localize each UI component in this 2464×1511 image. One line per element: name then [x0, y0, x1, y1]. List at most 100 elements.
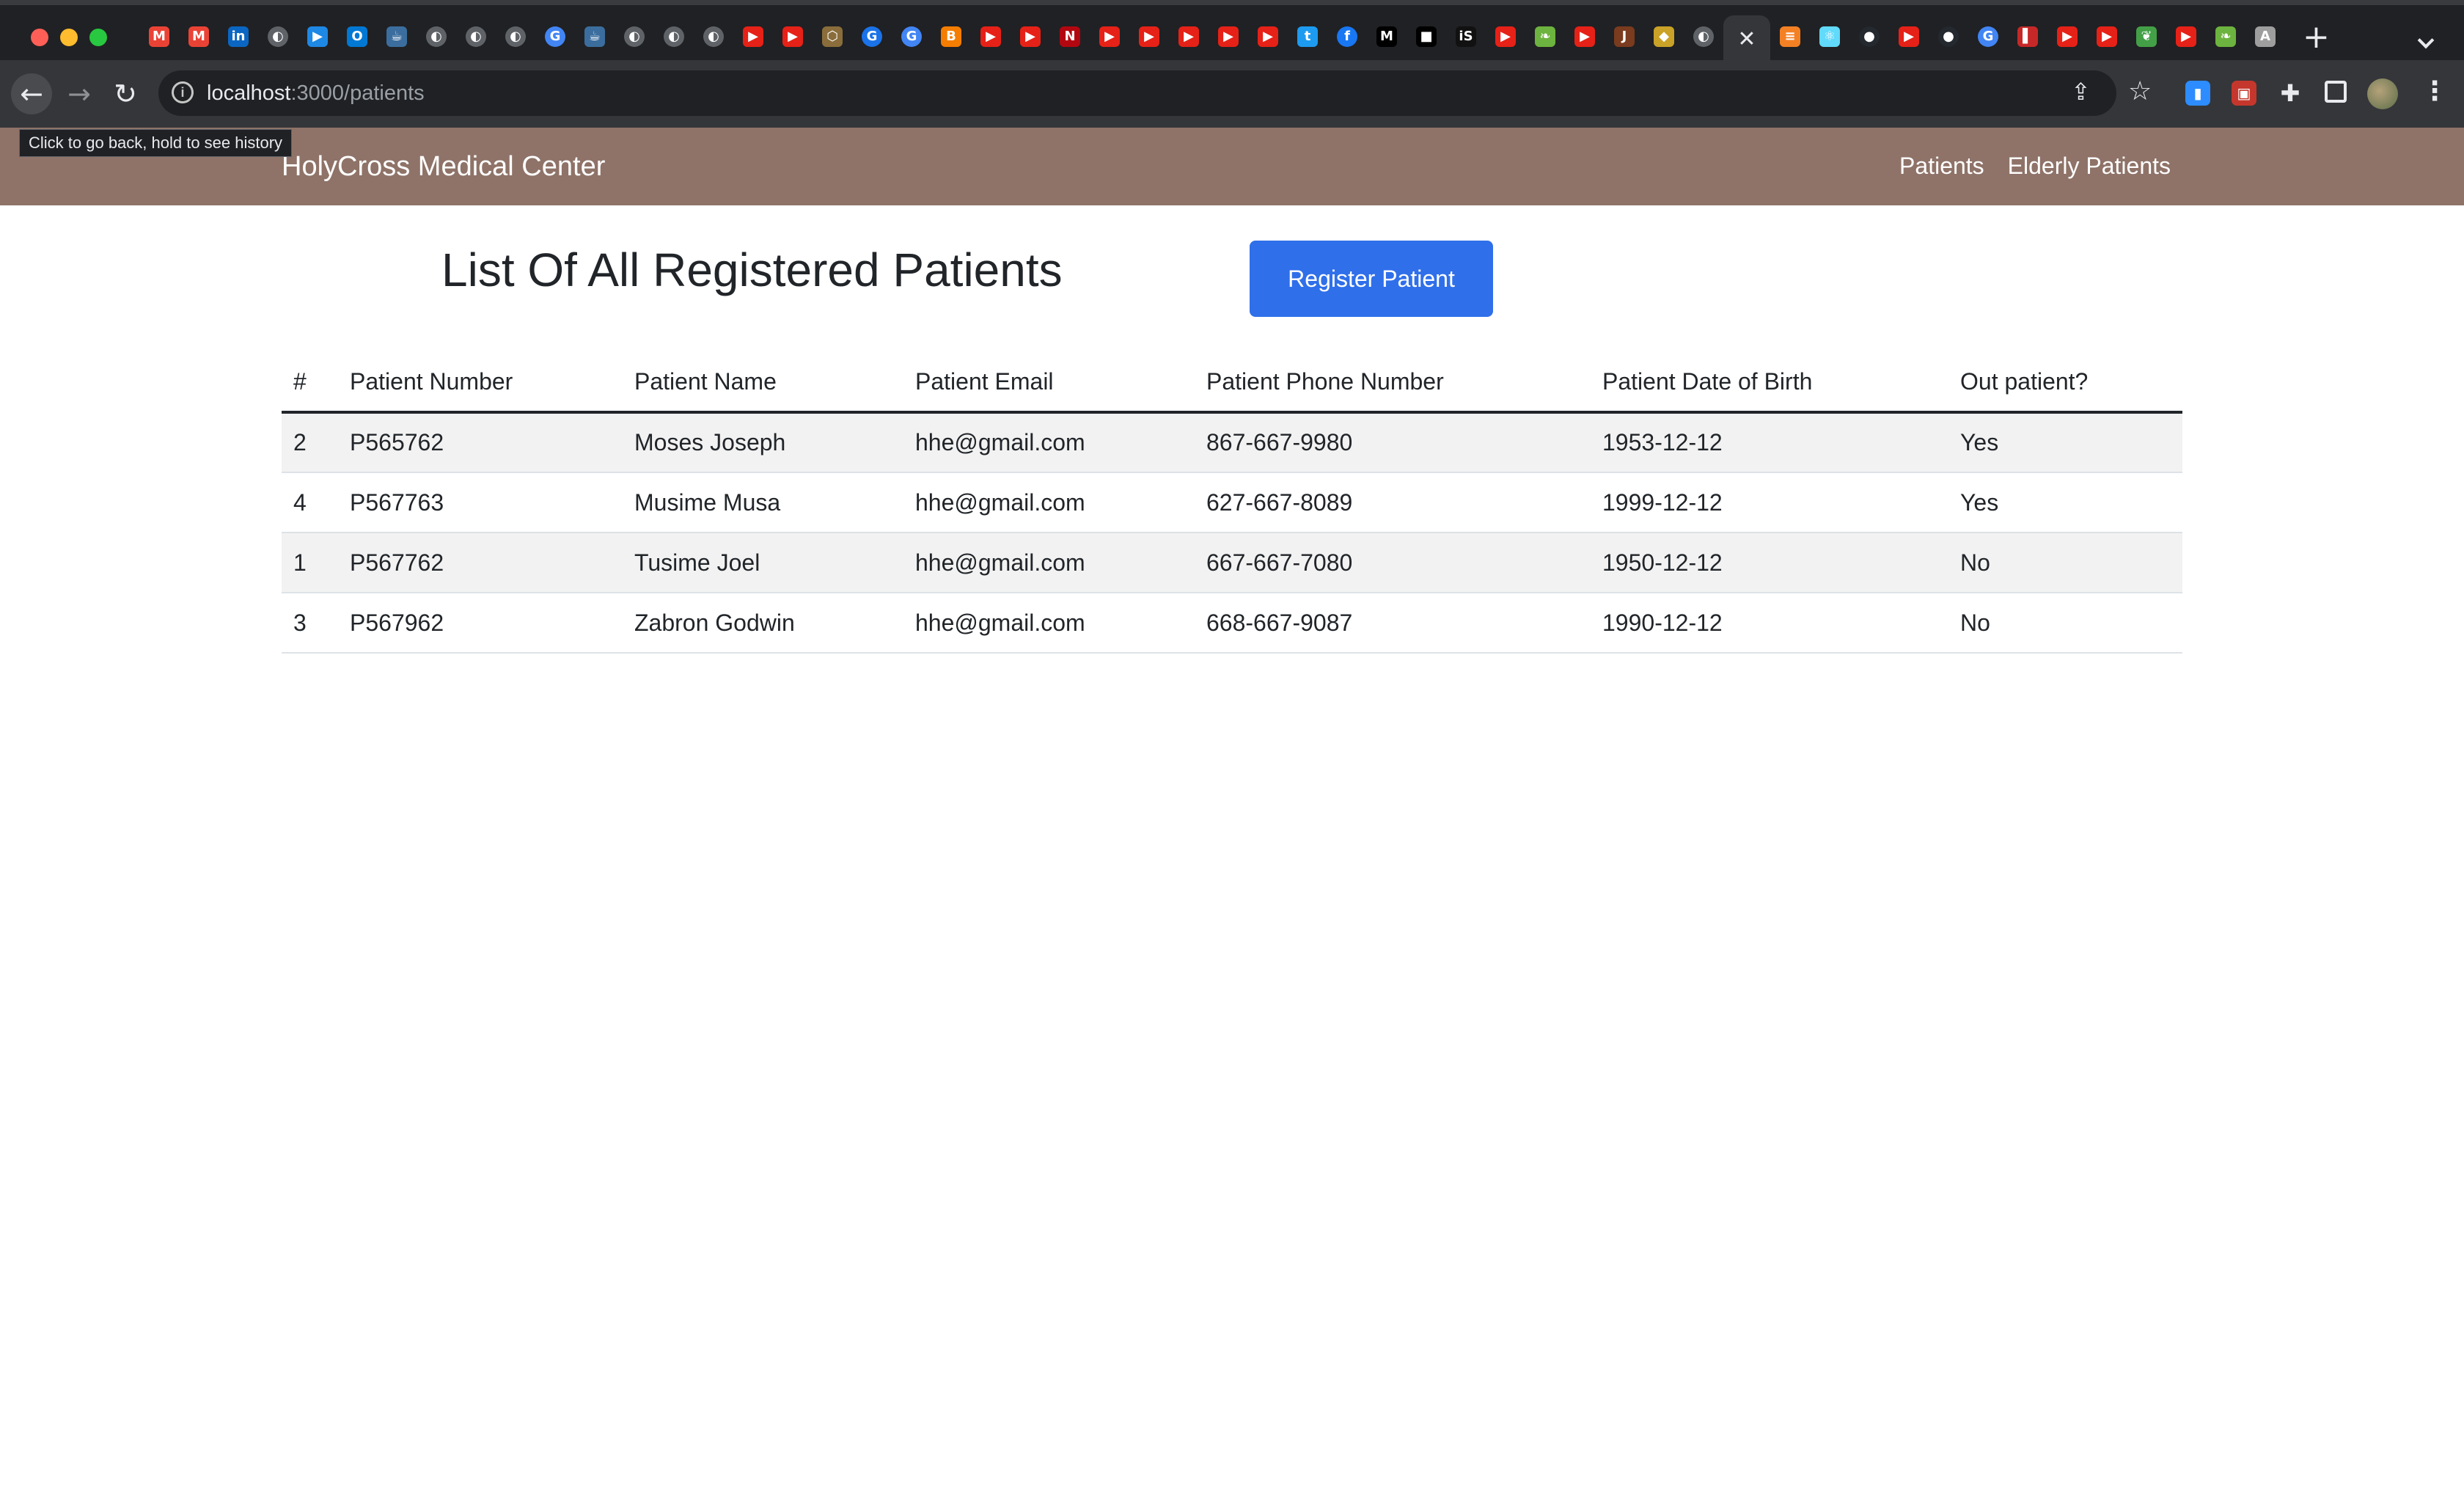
- youtube-icon: ▶: [1139, 26, 1159, 47]
- browser-tab[interactable]: ▶: [1248, 15, 1288, 58]
- browser-tab[interactable]: O: [337, 15, 377, 58]
- browser-tab[interactable]: ▶: [971, 15, 1011, 58]
- cell-patient-name: Tusime Joel: [623, 533, 903, 593]
- youtube-icon: ▶: [2176, 26, 2196, 47]
- browser-tab[interactable]: ▶: [1129, 15, 1169, 58]
- globe-icon: ◐: [664, 26, 684, 47]
- browser-tab[interactable]: ▶: [733, 15, 773, 58]
- browser-tab[interactable]: G: [892, 15, 931, 58]
- address-bar-url[interactable]: localhost:3000/patients: [207, 81, 425, 106]
- browser-tab[interactable]: ⬡: [813, 15, 852, 58]
- profile-avatar[interactable]: [2367, 78, 2398, 109]
- browser-tab[interactable]: ⚛: [1810, 15, 1849, 58]
- globe-icon: ◐: [703, 26, 724, 47]
- browser-tab[interactable]: ☕: [575, 15, 615, 58]
- cell-out-patient: No: [1948, 533, 2182, 593]
- patients-table: # Patient Number Patient Name Patient Em…: [282, 352, 2182, 654]
- browser-tab[interactable]: iS: [1446, 15, 1486, 58]
- register-patient-button[interactable]: Register Patient: [1250, 241, 1493, 317]
- browser-tab[interactable]: ▶: [1486, 15, 1525, 58]
- browser-tab[interactable]: ❧: [2206, 15, 2245, 58]
- extension-icon[interactable]: ▣: [2232, 81, 2256, 106]
- browser-tab[interactable]: ▶: [2087, 15, 2127, 58]
- browser-tab[interactable]: ◐: [654, 15, 694, 58]
- browser-tab[interactable]: M: [179, 15, 219, 58]
- browser-tab[interactable]: J: [1605, 15, 1644, 58]
- browser-tab[interactable]: t: [1288, 15, 1327, 58]
- brand-name[interactable]: HolyCross Medical Center: [282, 150, 605, 183]
- browser-tab[interactable]: ☕: [377, 15, 417, 58]
- browser-tab[interactable]: ▶: [2166, 15, 2206, 58]
- column-header-date-of-birth: Patient Date of Birth: [1591, 352, 1948, 414]
- react-icon: ⚛: [1819, 26, 1840, 47]
- browser-tab[interactable]: ■: [1407, 15, 1446, 58]
- browser-tab[interactable]: M: [139, 15, 179, 58]
- back-arrow-icon[interactable]: ←: [11, 73, 52, 114]
- youtube-icon: ▶: [1099, 26, 1120, 47]
- browser-tab[interactable]: ◐: [1684, 15, 1723, 58]
- browser-tab[interactable]: G: [1968, 15, 2008, 58]
- cell-patient-email: hhe@gmail.com: [903, 533, 1195, 593]
- browser-tab[interactable]: ●: [1849, 15, 1889, 58]
- maximize-window-button[interactable]: [89, 29, 107, 46]
- extensions-puzzle-icon[interactable]: ✚: [2278, 79, 2303, 107]
- reload-icon[interactable]: ↻: [105, 73, 146, 114]
- browser-tab[interactable]: G: [535, 15, 575, 58]
- browser-tab[interactable]: ❦: [2127, 15, 2166, 58]
- browser-tab[interactable]: N: [1050, 15, 1090, 58]
- youtube-icon: ▶: [782, 26, 803, 47]
- bookmark-star-icon[interactable]: ☆: [2128, 76, 2152, 106]
- forward-arrow-icon[interactable]: →: [59, 73, 100, 114]
- new-tab-icon[interactable]: +: [2303, 21, 2330, 54]
- browser-tab[interactable]: ▶: [1090, 15, 1129, 58]
- info-icon[interactable]: i: [172, 81, 194, 103]
- browser-tab[interactable]: ▶: [1209, 15, 1248, 58]
- browser-tab[interactable]: ❧: [1525, 15, 1565, 58]
- flag-icon: ▌: [2017, 26, 2038, 47]
- browser-tab[interactable]: ◐: [496, 15, 535, 58]
- letter-a-icon: A: [2255, 26, 2276, 47]
- browser-menu-icon[interactable]: ⋮: [2421, 76, 2448, 106]
- share-icon[interactable]: ⇪: [2071, 78, 2091, 106]
- facebook-icon: f: [1337, 26, 1357, 47]
- close-window-button[interactable]: [31, 29, 48, 46]
- browser-tab[interactable]: ▶: [2047, 15, 2087, 58]
- zoom-extension-icon[interactable]: ▮: [2185, 81, 2210, 106]
- cell-phone-number: 668-667-9087: [1195, 593, 1591, 654]
- netflix-icon: N: [1060, 26, 1080, 47]
- browser-tab[interactable]: ◐: [456, 15, 496, 58]
- side-panel-icon[interactable]: [2325, 81, 2347, 103]
- browser-tab[interactable]: f: [1327, 15, 1367, 58]
- column-header-out-patient: Out patient?: [1948, 352, 2182, 414]
- browser-tab[interactable]: ●: [1929, 15, 1968, 58]
- browser-tab[interactable]: ▶: [1169, 15, 1209, 58]
- browser-tab[interactable]: ▶: [773, 15, 813, 58]
- browser-tab[interactable]: in: [219, 15, 258, 58]
- browser-tab[interactable]: A: [2245, 15, 2285, 58]
- browser-tab[interactable]: ▶: [1565, 15, 1605, 58]
- browser-tab[interactable]: ▶: [1011, 15, 1050, 58]
- browser-tab[interactable]: G: [852, 15, 892, 58]
- browser-tab[interactable]: ▌: [2008, 15, 2047, 58]
- browser-tab[interactable]: ◆: [1644, 15, 1684, 58]
- cell-date-of-birth: 1953-12-12: [1591, 412, 1948, 473]
- nav-link-elderly-patients[interactable]: Elderly Patients: [2008, 151, 2171, 180]
- browser-tab[interactable]: ▶: [298, 15, 337, 58]
- browser-tab[interactable]: B: [931, 15, 971, 58]
- browser-tab[interactable]: ◐: [615, 15, 654, 58]
- globe-icon: ◐: [505, 26, 526, 47]
- browser-tab[interactable]: ◐: [258, 15, 298, 58]
- browser-tab[interactable]: ◐: [417, 15, 456, 58]
- close-icon[interactable]: ✕: [1737, 29, 1757, 51]
- chevron-down-icon[interactable]: [2417, 32, 2435, 49]
- browser-tab[interactable]: ✕: [1723, 15, 1770, 64]
- browser-tab[interactable]: ▶: [1889, 15, 1929, 58]
- address-bar[interactable]: i localhost:3000/patients ⇪ ☆: [158, 70, 2152, 116]
- browser-tab[interactable]: ◐: [694, 15, 733, 58]
- linkedin-icon: in: [228, 26, 249, 47]
- browser-tab[interactable]: ≡: [1770, 15, 1810, 58]
- minimize-window-button[interactable]: [60, 29, 78, 46]
- nav-link-patients[interactable]: Patients: [1899, 151, 1984, 180]
- cell-patient-number: P567762: [338, 533, 623, 593]
- browser-tab[interactable]: M: [1367, 15, 1407, 58]
